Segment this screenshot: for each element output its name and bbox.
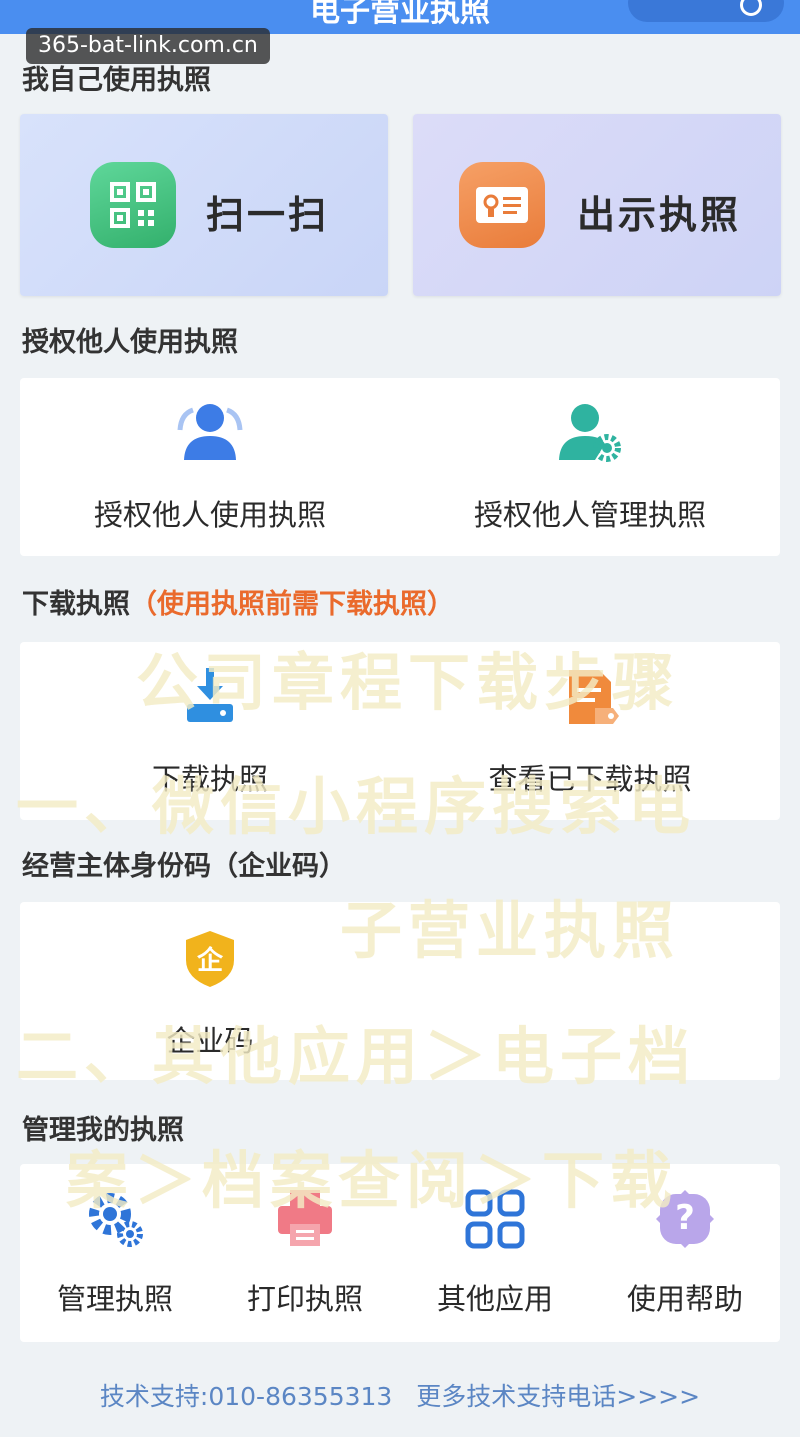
download-icon: [20, 664, 400, 730]
view-downloaded-item[interactable]: 查看已下载执照: [400, 664, 780, 798]
authorize-card: 授权他人使用执照 授权他人管理执照: [20, 378, 780, 556]
section-title-authorize: 授权他人使用执照: [22, 327, 238, 358]
other-apps-label: 其他应用: [436, 1282, 553, 1316]
person-gear-icon: [400, 400, 780, 466]
enterprise-shield-icon: 企: [20, 928, 400, 990]
enterprise-code-label: 企业码: [166, 1024, 254, 1058]
help-label: 使用帮助: [626, 1282, 743, 1316]
other-apps-item[interactable]: 其他应用: [400, 1186, 590, 1318]
authorize-manage-label: 授权他人管理执照: [473, 498, 706, 532]
download-license-item[interactable]: 下载执照: [20, 664, 400, 798]
document-tag-icon: [400, 664, 780, 730]
authorize-use-label: 授权他人使用执照: [93, 498, 326, 532]
license-card-icon: [459, 162, 545, 248]
help-glyph: ?: [675, 1198, 695, 1238]
scan-label: 扫一扫: [206, 193, 330, 237]
view-downloaded-label: 查看已下载执照: [488, 762, 692, 796]
print-license-label: 打印执照: [246, 1282, 363, 1316]
apps-grid-icon: [400, 1186, 590, 1252]
scan-card[interactable]: 扫一扫: [20, 114, 388, 296]
support-phone-link[interactable]: 技术支持:010-86355313: [100, 1382, 392, 1411]
help-icon: ?: [590, 1186, 780, 1252]
section-title-identity-code: 经营主体身份码（企业码）: [22, 851, 346, 882]
printer-icon: [210, 1186, 400, 1252]
enterprise-badge-text: 企: [196, 946, 223, 976]
manage-license-item[interactable]: 管理执照: [20, 1186, 210, 1318]
circle-icon: [740, 0, 762, 16]
source-watermark-label: 365-bat-link.com.cn: [26, 28, 270, 64]
identity-card: 企 企业码: [20, 902, 780, 1080]
help-item[interactable]: ? 使用帮助: [590, 1186, 780, 1318]
enterprise-code-item[interactable]: 企 企业码: [20, 928, 400, 1060]
manage-license-label: 管理执照: [56, 1282, 173, 1316]
manage-card: 管理执照 打印执照 其他应用 ? 使用帮助: [20, 1164, 780, 1342]
download-card: 下载执照 查看已下载执照: [20, 642, 780, 820]
qr-scan-icon: [90, 162, 176, 248]
header-action-pill[interactable]: [628, 0, 784, 22]
gear-icon: [20, 1186, 210, 1252]
show-license-card[interactable]: 出示执照: [413, 114, 781, 296]
authorize-manage-item[interactable]: 授权他人管理执照: [400, 400, 780, 534]
person-icon: [20, 400, 400, 466]
download-license-label: 下载执照: [151, 762, 268, 796]
section-title-download: 下载执照（使用执照前需下载执照）: [22, 582, 454, 621]
print-license-item[interactable]: 打印执照: [210, 1186, 400, 1318]
authorize-use-item[interactable]: 授权他人使用执照: [20, 400, 400, 534]
download-title-text: 下载执照: [22, 589, 130, 620]
download-note: （使用执照前需下载执照）: [130, 589, 454, 620]
footer: 技术支持:010-86355313 更多技术支持电话>>>>: [0, 1377, 800, 1413]
show-license-label: 出示执照: [577, 193, 742, 237]
section-title-manage: 管理我的执照: [22, 1115, 184, 1146]
more-support-link[interactable]: 更多技术支持电话>>>>: [416, 1382, 700, 1411]
